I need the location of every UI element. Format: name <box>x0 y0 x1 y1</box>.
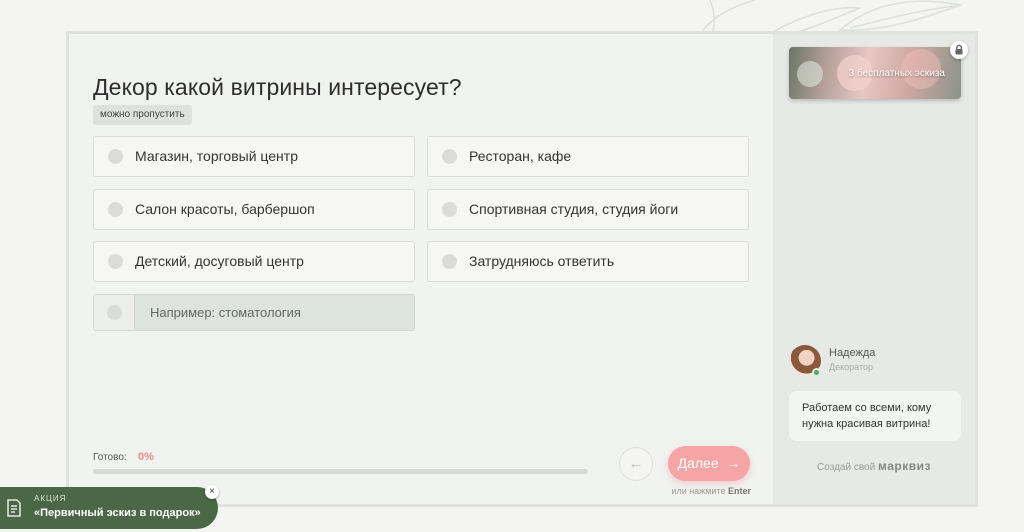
option-label: Салон красоты, барбершоп <box>135 201 315 217</box>
sidebar: 3 бесплатных эскиза Надежда Декоратор Ра… <box>773 34 975 504</box>
radio-icon <box>442 202 457 217</box>
quiz-frame: Декор какой витрины интересует? можно пр… <box>66 31 978 507</box>
enter-hint-prefix: или нажмите <box>671 486 726 496</box>
option-label: Ресторан, кафе <box>469 148 572 164</box>
radio-icon <box>442 254 457 269</box>
option-not-sure[interactable]: Затрудняюсь ответить <box>427 241 749 282</box>
option-sport-studio[interactable]: Спортивная студия, студия йоги <box>427 189 749 230</box>
enter-hint: или нажмите Enter <box>661 486 751 496</box>
option-label: Затрудняюсь ответить <box>469 253 615 269</box>
skip-hint-badge: можно пропустить <box>93 105 192 125</box>
arrow-left-icon: ← <box>628 455 644 472</box>
agent-message-bubble: Работаем со всеми, кому нужна красивая в… <box>789 391 961 441</box>
lock-icon <box>950 41 968 59</box>
option-kids-center[interactable]: Детский, досуговый центр <box>93 241 415 282</box>
progress-label: Готово: <box>93 452 127 463</box>
document-icon <box>7 499 21 517</box>
agent-name: Надежда <box>829 347 876 359</box>
option-label: Спортивная студия, студия йоги <box>469 201 679 217</box>
footer-prefix: Создай свой <box>817 462 876 473</box>
close-icon[interactable]: × <box>205 485 219 499</box>
option-other[interactable] <box>93 294 415 331</box>
flower-photo-bloom <box>797 61 823 87</box>
option-label: Магазин, торговый центр <box>135 148 298 164</box>
back-button[interactable]: ← <box>619 447 653 481</box>
made-with-brand[interactable]: Создай свой марквиз <box>773 459 975 473</box>
banner-title: «Первичный эскиз в подарок» <box>34 507 201 519</box>
next-button-label: Далее <box>677 455 719 471</box>
next-button[interactable]: Далее → <box>668 446 750 481</box>
option-label: Детский, досуговый центр <box>135 253 304 269</box>
promo-text: 3 бесплатных эскиза <box>848 68 945 79</box>
radio-icon <box>442 149 457 164</box>
option-restaurant[interactable]: Ресторан, кафе <box>427 136 749 177</box>
option-shop[interactable]: Магазин, торговый центр <box>93 136 415 177</box>
progress-value: 0% <box>138 451 154 463</box>
quiz-main: Декор какой витрины интересует? можно пр… <box>69 34 773 504</box>
option-beauty-salon[interactable]: Салон красоты, барбершоп <box>93 189 415 230</box>
progress-bar <box>93 469 588 474</box>
option-other-radio-cell[interactable] <box>94 295 135 330</box>
arrow-right-icon: → <box>722 455 741 471</box>
radio-icon <box>107 305 122 320</box>
brand-logo: марквиз <box>877 459 931 473</box>
promo-sketches-card[interactable]: 3 бесплатных эскиза <box>789 47 961 99</box>
other-option-input[interactable] <box>136 295 412 330</box>
radio-icon <box>108 149 123 164</box>
enter-hint-key: Enter <box>727 486 751 496</box>
question-title: Декор какой витрины интересует? <box>93 74 462 100</box>
banner-tag: АКЦИЯ <box>34 494 67 503</box>
promo-banner[interactable]: АКЦИЯ «Первичный эскиз в подарок» <box>0 487 218 529</box>
agent-role: Декоратор <box>829 362 873 372</box>
radio-icon <box>108 202 123 217</box>
radio-icon <box>108 254 123 269</box>
online-status-dot <box>812 368 821 377</box>
